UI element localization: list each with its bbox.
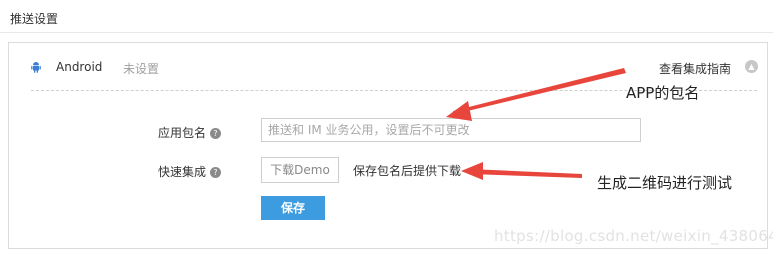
qrcode-annotation: 生成二维码进行测试 bbox=[597, 174, 733, 192]
qrcode-arrow-head bbox=[461, 162, 483, 180]
package-arrow-head bbox=[446, 101, 472, 121]
package-arrow-shaft bbox=[453, 68, 626, 114]
annotation-arrows bbox=[446, 68, 626, 180]
qrcode-arrow-shaft bbox=[470, 169, 582, 178]
package-annotation: APP的包名 bbox=[626, 84, 700, 102]
watermark: https://blog.csdn.net/weixin_43806483 bbox=[494, 227, 773, 245]
